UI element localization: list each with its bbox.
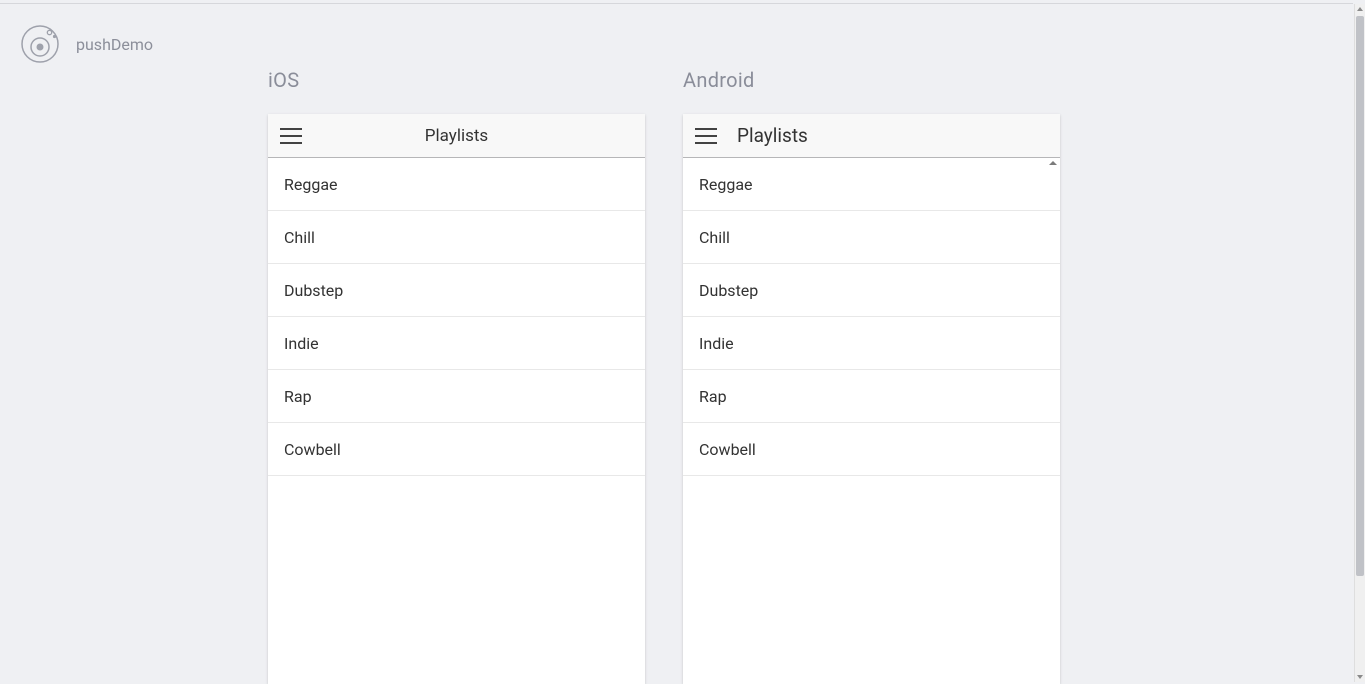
logo-icon — [20, 24, 60, 64]
list-item[interactable]: Indie — [683, 317, 1060, 370]
scroll-thumb[interactable] — [1356, 16, 1364, 576]
list-item[interactable]: Reggae — [268, 158, 645, 211]
list-item[interactable]: Reggae — [683, 158, 1060, 211]
list-item[interactable]: Dubstep — [683, 264, 1060, 317]
list-item[interactable]: Cowbell — [683, 423, 1060, 476]
list-item[interactable]: Chill — [268, 211, 645, 264]
list-item[interactable]: Cowbell — [268, 423, 645, 476]
column-android: Android Playlists Reggae Chill Dubstep I… — [683, 68, 1060, 684]
menu-icon[interactable] — [695, 128, 717, 144]
toolbar-ios: Playlists — [268, 114, 645, 158]
scroll-up-icon[interactable] — [1357, 7, 1363, 11]
column-label-ios: iOS — [268, 68, 645, 92]
column-label-android: Android — [683, 68, 1060, 92]
toolbar-title-ios: Playlists — [280, 126, 633, 146]
scroll-down-icon[interactable] — [1357, 675, 1363, 679]
column-ios: iOS Playlists Reggae Chill Dubstep Indie… — [268, 68, 645, 684]
columns: iOS Playlists Reggae Chill Dubstep Indie… — [268, 68, 1060, 684]
page-scrollbar[interactable] — [1354, 4, 1365, 682]
toolbar-title-android: Playlists — [737, 124, 808, 147]
top-divider — [0, 3, 1353, 4]
list-item[interactable]: Dubstep — [268, 264, 645, 317]
playlist-list-ios[interactable]: Reggae Chill Dubstep Indie Rap Cowbell — [268, 158, 645, 684]
device-ios: Playlists Reggae Chill Dubstep Indie Rap… — [268, 114, 645, 684]
app-header: pushDemo — [20, 24, 153, 64]
app-name: pushDemo — [76, 35, 153, 54]
list-item[interactable]: Rap — [683, 370, 1060, 423]
toolbar-android: Playlists — [683, 114, 1060, 158]
list-item[interactable]: Chill — [683, 211, 1060, 264]
playlist-list-android[interactable]: Reggae Chill Dubstep Indie Rap Cowbell — [683, 158, 1060, 684]
list-item[interactable]: Rap — [268, 370, 645, 423]
device-android: Playlists Reggae Chill Dubstep Indie Rap… — [683, 114, 1060, 684]
scroll-up-arrow-icon — [1049, 161, 1057, 165]
list-item[interactable]: Indie — [268, 317, 645, 370]
